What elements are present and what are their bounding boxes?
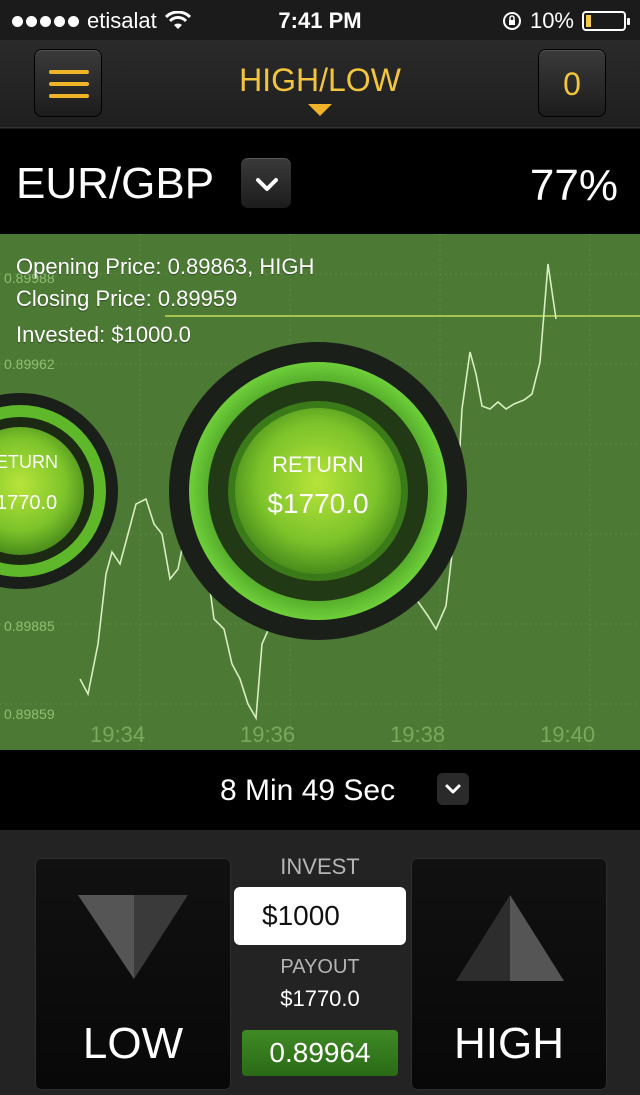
chevron-down-icon	[256, 178, 278, 191]
invest-label: INVEST	[280, 854, 360, 879]
x-tick-label: 19:38	[390, 722, 446, 747]
battery-percent: 10%	[529, 8, 574, 33]
x-tick-label: 19:40	[540, 722, 596, 747]
open-trades-count-button[interactable]: 0	[538, 49, 606, 117]
arrow-up-icon	[456, 895, 564, 981]
expiry-timer: 8 Min 49 Sec	[220, 774, 396, 807]
asset-name[interactable]: EUR/GBP	[16, 159, 214, 209]
high-button[interactable]: HIGH	[411, 858, 607, 1090]
y-tick-label: 0.89859	[4, 706, 55, 722]
y-tick-label: 0.89962	[4, 356, 55, 372]
rotation-lock-icon	[502, 12, 521, 30]
chevron-down-icon	[436, 772, 470, 806]
invested-text: Invested: $1000.0	[16, 322, 191, 347]
invest-currency: $	[262, 900, 278, 931]
arrow-down-icon	[78, 895, 188, 979]
return-amount: $1770.0	[267, 488, 369, 519]
mode-caret-icon[interactable]	[308, 104, 332, 116]
payout-percent: 77%	[529, 161, 618, 210]
status-right: 10%	[502, 8, 630, 34]
low-button[interactable]: LOW	[35, 858, 231, 1090]
x-tick-label: 19:36	[240, 722, 296, 747]
return-label: RETURN	[272, 452, 364, 477]
return-bubble-left	[0, 393, 118, 589]
payout-value: $1770.0	[280, 986, 360, 1011]
invest-value: 1000	[277, 900, 340, 931]
app-header: HIGH/LOW 0	[0, 40, 640, 128]
low-label: LOW	[82, 1019, 184, 1068]
battery-icon	[582, 11, 630, 31]
payout-label: PAYOUT	[280, 956, 360, 978]
high-label: HIGH	[454, 1019, 564, 1068]
return-label-left: ETURN	[0, 452, 58, 472]
status-bar: etisalat 7:41 PM 10%	[0, 0, 640, 40]
current-price-badge: 0.89964	[242, 1030, 398, 1076]
asset-dropdown-button[interactable]	[240, 157, 292, 209]
price-chart[interactable]: 0.89988 0.89962 0.89885 0.89859 19:34 19…	[0, 234, 640, 750]
expiry-dropdown-button[interactable]	[436, 772, 470, 811]
return-amount-left: 1770.0	[0, 492, 58, 514]
closing-price-text: Closing Price: 0.89959	[16, 286, 238, 311]
trading-panel: LOW INVEST $1000 PAYOUT $1770.0 0.89964 …	[0, 830, 640, 1095]
x-tick-label: 19:34	[90, 722, 146, 747]
expiry-row: 8 Min 49 Sec	[0, 750, 640, 830]
opening-price-text: Opening Price: 0.89863, HIGH	[16, 254, 315, 279]
asset-row: EUR/GBP 77%	[0, 129, 640, 234]
invest-amount-input[interactable]: $1000	[234, 887, 406, 945]
y-tick-label: 0.89885	[4, 618, 55, 634]
